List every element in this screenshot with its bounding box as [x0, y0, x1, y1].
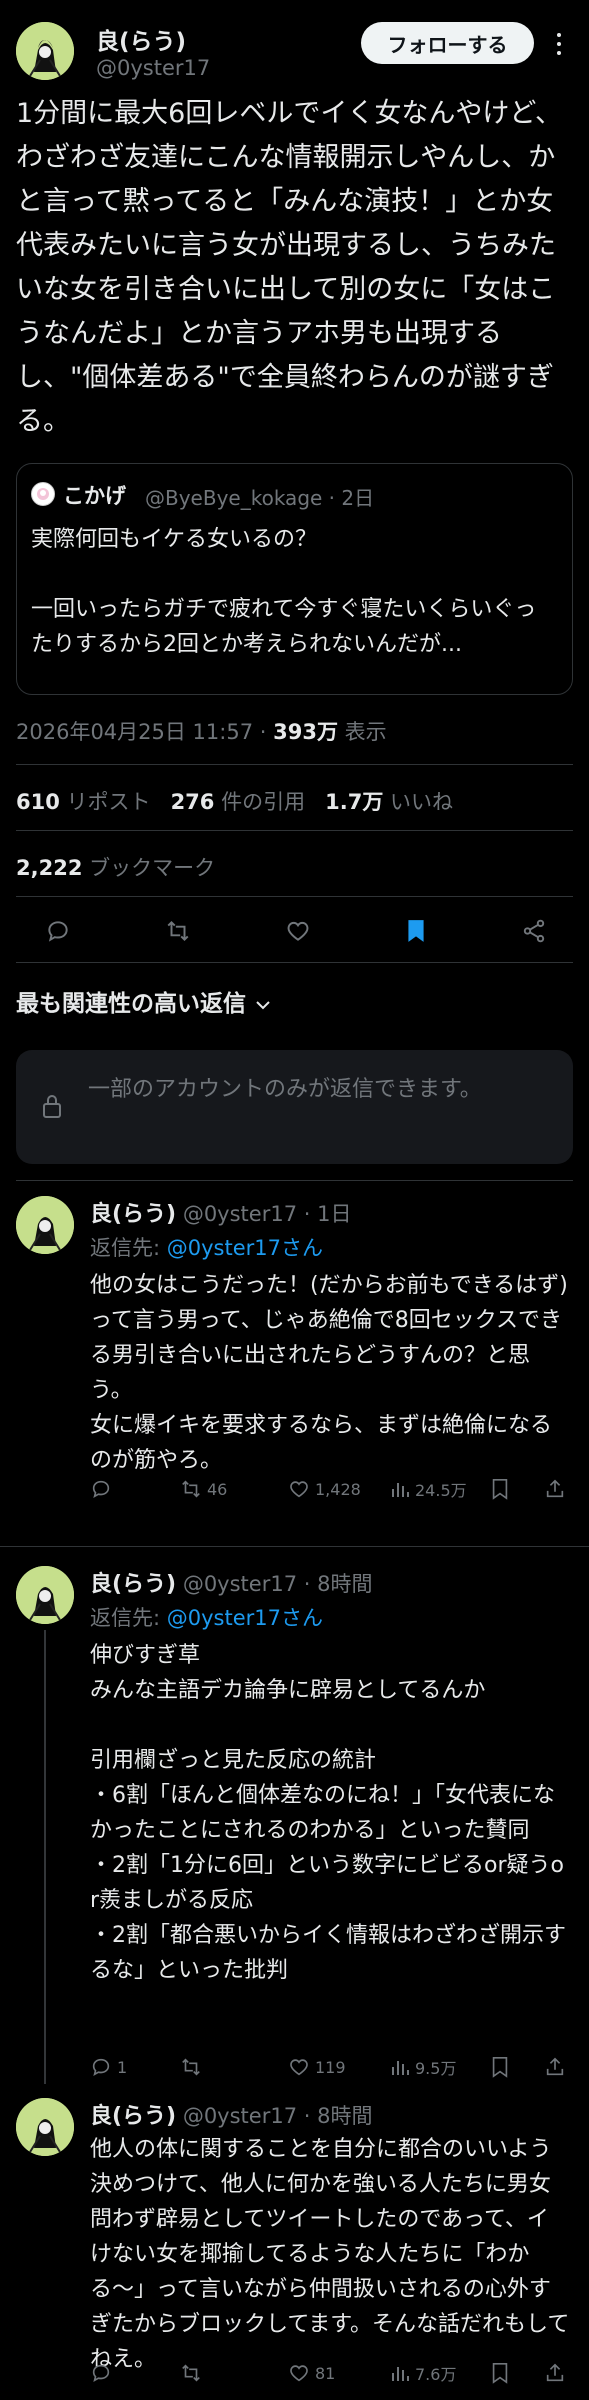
- reply-to: 返信先: @0yster17さん: [90, 1232, 323, 1262]
- reply-to: 返信先: @0yster17さん: [90, 1602, 323, 1632]
- more-icon[interactable]: [546, 26, 572, 62]
- timestamp-text[interactable]: 2026年04月25日 11:57 ·: [16, 720, 273, 744]
- reply-to-label: 返信先:: [90, 1606, 167, 1630]
- reply-text: 伸びすぎ草 みんな主語デカ論争に辟易としてるんか 引用欄ざっと見た反応の統計 ・…: [90, 1643, 566, 1983]
- like-icon[interactable]: 81: [288, 2358, 335, 2388]
- reply-restricted-text: 一部のアカウントのみが返信できます。: [88, 1077, 482, 1102]
- reply-meta: @0yster17 · 8時間: [182, 1572, 373, 1596]
- reply-actions: 81 7.6万: [90, 2358, 570, 2388]
- tweet-header: 良(らう) @0yster17 フォローする: [16, 16, 573, 80]
- likes-count[interactable]: 1.7万: [325, 790, 383, 814]
- divider: [16, 962, 573, 963]
- avatar-illustration: [16, 22, 74, 80]
- reply-to-label: 返信先:: [90, 1236, 167, 1260]
- share-icon[interactable]: [544, 2358, 566, 2388]
- quote-author-name: こかげ: [63, 484, 126, 508]
- tweet-text: 1分間に最大6回レベルでイく女なんやけど、わざわざ友達にこんな情報開示しやんし、…: [16, 98, 563, 437]
- divider: [16, 1180, 573, 1181]
- reply-sort-dropdown[interactable]: 最も関連性の高い返信: [16, 984, 272, 1018]
- reply-count: 1: [117, 2057, 128, 2077]
- quote-text: 実際何回もイケる女いるの？ 一回いったらガチで疲れて今すぐ寝たいくらいぐったりす…: [31, 527, 537, 657]
- reply-actions: 1 119 9.5万: [90, 2052, 570, 2082]
- avatar[interactable]: [16, 22, 74, 80]
- follow-button[interactable]: フォローする: [361, 22, 534, 64]
- reply-icon[interactable]: [40, 908, 76, 954]
- reply-actions: 46 1,428 24.5万: [90, 1474, 570, 1504]
- like-count: 1,428: [315, 1479, 361, 1499]
- bookmarks-count: 2,222: [16, 856, 83, 880]
- reply-author-name[interactable]: 良(らう): [90, 1202, 176, 1227]
- divider: [16, 830, 573, 831]
- author-handle[interactable]: @0yster17: [96, 56, 210, 80]
- quote-author-meta: @ByeBye_kokage · 2日: [145, 486, 375, 510]
- like-icon[interactable]: 1,428: [288, 1474, 361, 1504]
- share-icon[interactable]: [516, 908, 552, 954]
- quoted-tweet[interactable]: こかげ @ByeBye_kokage · 2日 実際何回もイケる女いるの？ 一回…: [16, 463, 573, 695]
- likes-label[interactable]: いいね: [383, 790, 453, 814]
- reposts-label[interactable]: リポスト: [60, 790, 151, 814]
- repost-icon[interactable]: [180, 2358, 207, 2388]
- bookmark-icon[interactable]: [490, 2052, 510, 2082]
- divider: [0, 1546, 589, 1547]
- view-count: 9.5万: [415, 2059, 457, 2078]
- view-count: 24.5万: [415, 1481, 467, 1500]
- reply-icon[interactable]: [90, 2358, 117, 2388]
- reply-author-name[interactable]: 良(らう): [90, 1572, 176, 1597]
- reply-item[interactable]: 良(らう) @0yster17 · 8時間 返信先: @0yster17さん 伸…: [0, 1566, 589, 2086]
- tweet-action-bar: [16, 908, 573, 954]
- reply-icon[interactable]: [90, 1474, 117, 1504]
- reply-author-name[interactable]: 良(らう): [90, 2104, 176, 2129]
- chevron-down-icon: [254, 991, 272, 1017]
- reply-text: 他人の体に関することを自分に都合のいいよう決めつけて、他人に何かを強いる人たちに…: [90, 2137, 570, 2372]
- repost-icon[interactable]: [180, 2052, 207, 2082]
- divider: [16, 896, 573, 897]
- views-icon[interactable]: 7.6万: [390, 2358, 456, 2388]
- reply-text: 他の女はこうだった！(だからお前もできるはず)って言う男って、じゃあ絶倫で8回セ…: [90, 1273, 568, 1473]
- reply-icon[interactable]: 1: [90, 2052, 127, 2082]
- repost-count: 46: [207, 1479, 228, 1499]
- engagement-stats: 610 リポスト 276 件の引用 1.7万 いいね: [16, 786, 453, 816]
- avatar[interactable]: [16, 2098, 74, 2156]
- reply-restricted-notice: 一部のアカウントのみが返信できます。: [16, 1050, 573, 1164]
- reply-header: 良(らう) @0yster17 · 8時間: [90, 1566, 372, 1598]
- reply-sort-label: 最も関連性の高い返信: [16, 991, 246, 1017]
- repost-icon[interactable]: [160, 908, 196, 954]
- like-icon[interactable]: 119: [288, 2052, 346, 2082]
- reply-header: 良(らう) @0yster17 · 1日: [90, 1196, 351, 1228]
- views-icon[interactable]: 24.5万: [390, 1474, 467, 1504]
- bookmark-icon[interactable]: [490, 2358, 510, 2388]
- divider: [16, 764, 573, 765]
- thread-line: [44, 1630, 46, 2084]
- share-icon[interactable]: [544, 1474, 566, 1504]
- like-count: 81: [315, 2363, 336, 2383]
- bookmark-icon[interactable]: [490, 1474, 510, 1504]
- avatar[interactable]: [16, 1566, 74, 1624]
- quote-avatar: [31, 482, 55, 506]
- share-icon[interactable]: [544, 2052, 566, 2082]
- bookmark-stats: 2,222 ブックマーク: [16, 852, 215, 882]
- reply-meta: @0yster17 · 1日: [182, 1202, 352, 1226]
- views-icon[interactable]: 9.5万: [390, 2052, 456, 2082]
- views-count: 393万: [273, 720, 338, 744]
- reply-header: 良(らう) @0yster17 · 8時間: [90, 2098, 372, 2130]
- author-name[interactable]: 良(らう): [96, 22, 186, 56]
- quotes-count[interactable]: 276: [171, 790, 215, 814]
- lock-icon: [40, 1092, 64, 1124]
- like-count: 119: [315, 2057, 346, 2077]
- tweet-timestamp: 2026年04月25日 11:57 · 393万 表示: [16, 716, 387, 746]
- repost-icon[interactable]: 46: [180, 1474, 227, 1504]
- quotes-label[interactable]: 件の引用: [214, 790, 305, 814]
- reply-item[interactable]: 良(らう) @0yster17 · 1日 返信先: @0yster17さん 他の…: [0, 1196, 589, 1542]
- reply-to-handle[interactable]: @0yster17さん: [167, 1236, 323, 1260]
- bookmarks-label: ブックマーク: [82, 856, 216, 880]
- view-count: 7.6万: [415, 2365, 457, 2384]
- like-icon[interactable]: [280, 908, 316, 954]
- bookmark-icon[interactable]: [398, 908, 434, 954]
- views-label: 表示: [337, 720, 387, 744]
- reply-meta: @0yster17 · 8時間: [182, 2104, 373, 2128]
- avatar[interactable]: [16, 1196, 74, 1254]
- reply-to-handle[interactable]: @0yster17さん: [167, 1606, 323, 1630]
- reposts-count[interactable]: 610: [16, 790, 60, 814]
- reply-item[interactable]: 良(らう) @0yster17 · 8時間 他人の体に関することを自分に都合のい…: [0, 2098, 589, 2398]
